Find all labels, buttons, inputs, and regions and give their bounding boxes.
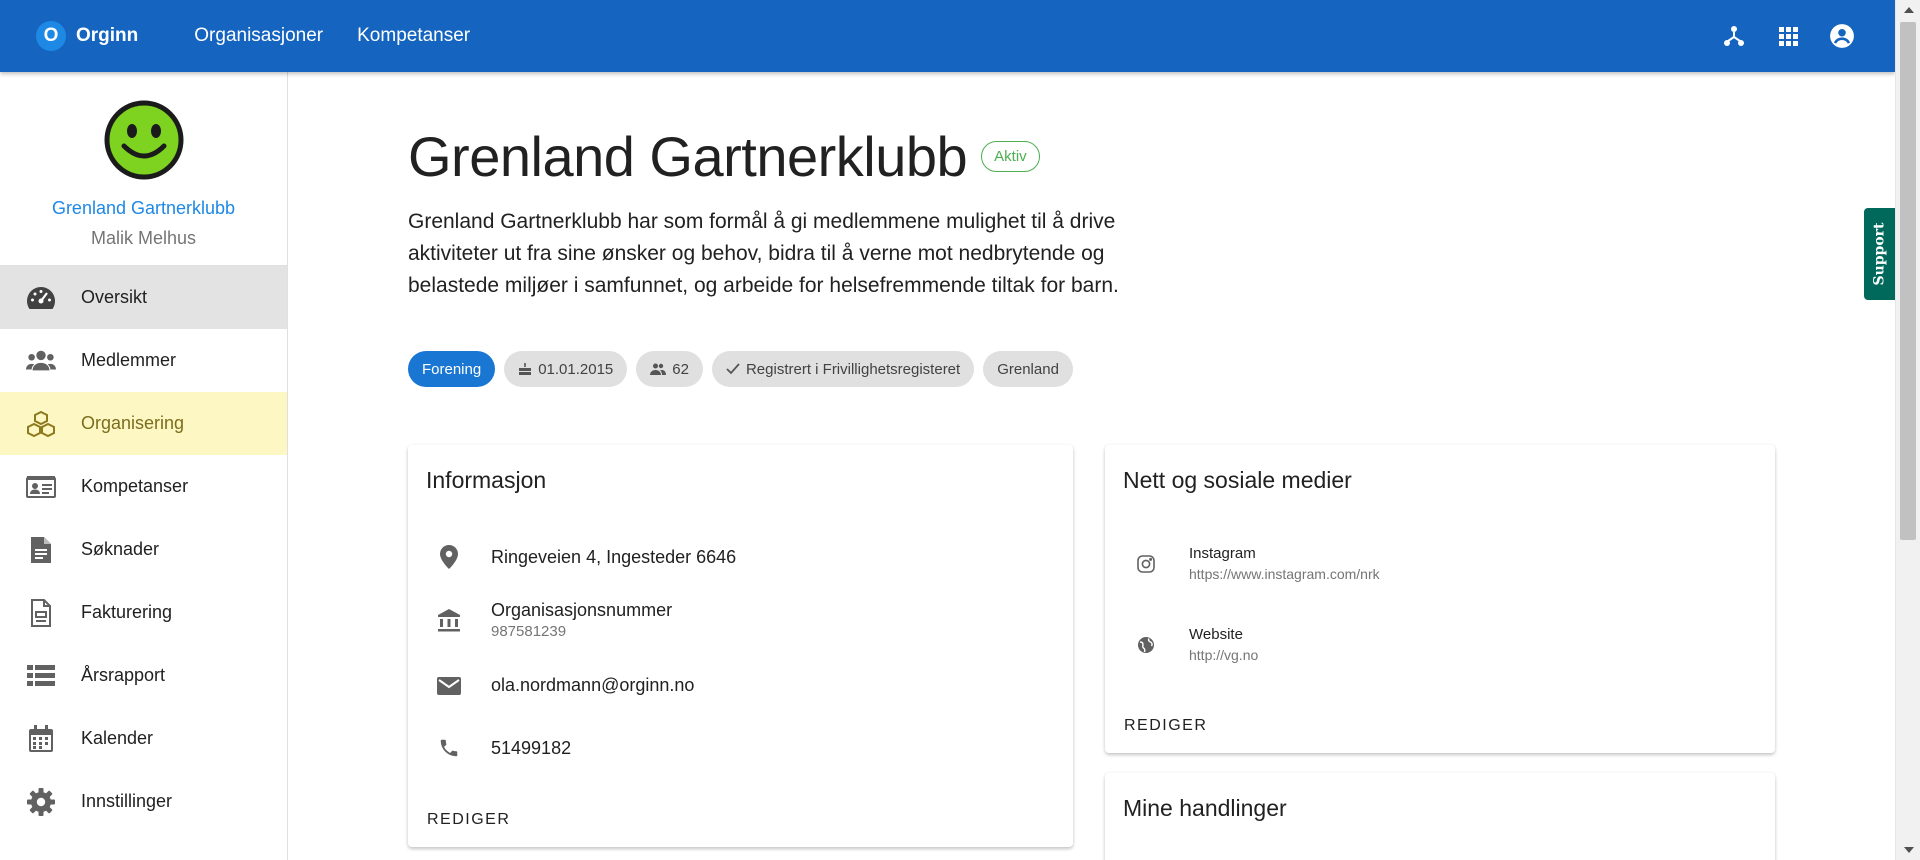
gear-icon (26, 787, 56, 817)
check-icon (726, 363, 740, 375)
brand-logo[interactable]: O Orginn (36, 21, 138, 51)
title-row: Grenland Gartnerklubb Aktiv (408, 124, 1040, 189)
registered-chip: Registrert i Frivillighetsregisteret (711, 351, 975, 387)
members-chip-label: 62 (672, 360, 689, 378)
list-icon (26, 661, 56, 691)
sidebar-item-label: Oversikt (81, 287, 148, 307)
apps-grid-icon[interactable] (1773, 21, 1803, 51)
orgnr-label: Organisasjonsnummer (491, 600, 673, 620)
sidebar-item-organisering[interactable]: Organisering (0, 392, 287, 455)
website-url[interactable]: http://vg.no (1189, 647, 1258, 663)
sidebar-item-kalender[interactable]: Kalender (0, 707, 287, 770)
scroll-down-arrow-icon[interactable] (1896, 840, 1920, 860)
sidebar-item-label: Årsrapport (81, 665, 166, 685)
founded-chip: 01.01.2015 (504, 351, 628, 387)
sidebar-item-arsrapport[interactable]: Årsrapport (0, 644, 287, 707)
sidebar-item-oversikt[interactable]: Oversikt (0, 266, 287, 329)
globe-icon (1131, 636, 1161, 654)
people-icon (26, 346, 56, 376)
address-text: Ringeveien 4, Ingesteder 6646 (491, 546, 737, 567)
social-edit-button[interactable]: REDIGER (1124, 717, 1207, 735)
website-row[interactable]: Website http://vg.no (1131, 626, 1258, 663)
cubes-icon (26, 409, 56, 439)
sidebar-item-fakturering[interactable]: Fakturering (0, 581, 287, 644)
organization-description: Grenland Gartnerklubb har som formål å g… (408, 210, 1119, 297)
invoice-icon (26, 598, 56, 628)
sidebar-item-kompetanser[interactable]: Kompetanser (0, 455, 287, 518)
social-card: Nett og sosiale medier Instagram https:/… (1105, 445, 1775, 753)
orgnr-value: 987581239 (491, 623, 567, 640)
location-pin-icon (434, 545, 464, 569)
nav-kompetanser[interactable]: Kompetanser (357, 25, 470, 47)
info-card: Informasjon Ringeveien 4, Ingesteder 664… (408, 445, 1073, 847)
info-card-title: Informasjon (426, 467, 547, 493)
org-chart-icon[interactable] (1719, 21, 1749, 51)
email-row: ola.nordmann@orginn.no (434, 675, 694, 696)
sidebar-item-label: Innstillinger (81, 791, 173, 811)
type-chip-label: Forening (422, 360, 482, 378)
registered-chip-label: Registrert i Frivillighetsregisteret (745, 360, 961, 378)
scroll-up-arrow-icon[interactable] (1896, 0, 1920, 20)
group-icon (650, 363, 667, 375)
sidebar-profile: Grenland Gartnerklubb Malik Melhus (0, 72, 287, 266)
scrollbar[interactable] (1895, 0, 1920, 860)
orgnr-row: Organisasjonsnummer 987581239 (434, 600, 672, 640)
scrollbar-thumb[interactable] (1900, 22, 1916, 540)
phone-row: 51499182 (434, 737, 571, 759)
sidebar-item-medlemmer[interactable]: Medlemmer (0, 329, 287, 392)
sidebar-item-soknader[interactable]: Søknader (0, 518, 287, 581)
sidebar-user-name: Malik Melhus (90, 228, 197, 248)
mail-icon (434, 676, 464, 695)
address-row: Ringeveien 4, Ingesteder 6646 (434, 545, 736, 569)
actions-card-title: Mine handlinger (1123, 795, 1287, 821)
app-bar: O Orginn Organisasjoner Kompetanser (0, 0, 1895, 72)
founded-chip-label: 01.01.2015 (538, 360, 614, 378)
document-icon (26, 535, 56, 565)
brand-badge: O (36, 21, 66, 51)
region-chip-label: Grenland (997, 360, 1059, 378)
info-edit-button[interactable]: REDIGER (427, 811, 510, 829)
phone-text[interactable]: 51499182 (491, 738, 571, 759)
support-label: Support (1871, 222, 1888, 286)
main-content: Grenland Gartnerklubb Aktiv Grenland Gar… (289, 72, 1895, 860)
chip-row: Forening 01.01.2015 62 Registrert i Friv… (408, 351, 1073, 387)
website-label: Website (1189, 626, 1243, 643)
id-card-icon (26, 472, 56, 502)
email-text[interactable]: ola.nordmann@orginn.no (491, 675, 694, 696)
smiley-avatar-icon (104, 100, 183, 180)
status-badge: Aktiv (981, 141, 1040, 172)
cake-icon (518, 362, 532, 376)
type-chip: Forening (408, 351, 496, 387)
appbar-actions (1719, 21, 1857, 51)
calendar-icon (26, 724, 56, 754)
sidebar-item-label: Fakturering (81, 602, 173, 622)
members-chip: 62 (636, 351, 703, 387)
sidebar-item-label: Medlemmer (81, 350, 177, 370)
sidebar-item-label: Kalender (81, 728, 154, 748)
sidebar: Grenland Gartnerklubb Malik Melhus Overs… (0, 72, 288, 860)
support-tab[interactable]: Support (1864, 208, 1895, 300)
sidebar-item-innstillinger[interactable]: Innstillinger (0, 770, 287, 833)
sidebar-item-label: Kompetanser (81, 476, 189, 496)
region-chip: Grenland (983, 351, 1073, 387)
brand-name: Orginn (76, 25, 139, 46)
speedometer-icon (26, 283, 56, 313)
sidebar-item-label: Søknader (81, 539, 160, 559)
bank-icon (434, 608, 464, 632)
sidebar-org-link[interactable]: Grenland Gartnerklubb (52, 198, 235, 219)
social-card-title: Nett og sosiale medier (1123, 467, 1352, 493)
account-circle-icon[interactable] (1827, 21, 1857, 51)
page-title: Grenland Gartnerklubb (408, 125, 968, 188)
instagram-label: Instagram (1189, 545, 1256, 562)
instagram-icon (1131, 554, 1161, 573)
instagram-row[interactable]: Instagram https://www.instagram.com/nrk (1131, 545, 1380, 582)
nav-organisasjoner[interactable]: Organisasjoner (194, 25, 323, 47)
sidebar-item-label: Organisering (81, 413, 185, 433)
phone-icon (434, 737, 464, 759)
instagram-url[interactable]: https://www.instagram.com/nrk (1189, 566, 1380, 582)
actions-card: Mine handlinger (1105, 773, 1775, 860)
